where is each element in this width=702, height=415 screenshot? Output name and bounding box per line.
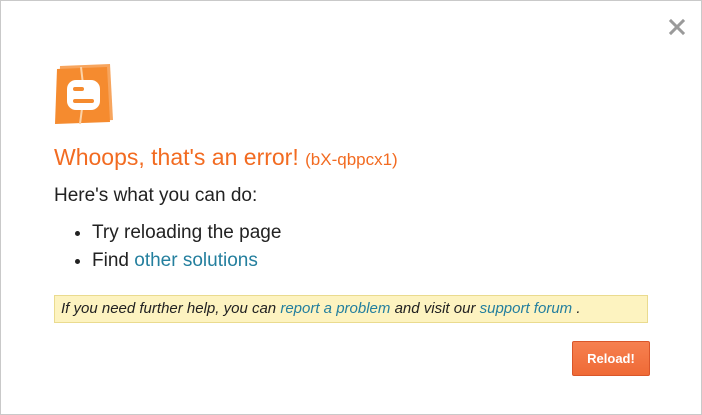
error-dialog: Whoops, that's an error! (bX-qbpcx1) Her… (0, 0, 702, 415)
option-find-prefix: Find (92, 250, 129, 271)
options-heading: Here's what you can do: (54, 185, 258, 206)
close-icon[interactable] (667, 17, 687, 37)
support-forum-link[interactable]: support forum (480, 300, 573, 317)
help-text-1: If you need further help, you can (61, 300, 277, 317)
reload-button[interactable]: Reload! (572, 341, 650, 376)
error-title-text: Whoops, that's an error! (54, 144, 299, 170)
option-reload: Try reloading the page (92, 219, 281, 247)
option-find: Find other solutions (92, 247, 281, 275)
blogger-logo-icon (54, 63, 114, 125)
help-text-3: . (576, 300, 581, 317)
report-problem-link[interactable]: report a problem (280, 300, 390, 317)
other-solutions-link[interactable]: other solutions (134, 250, 258, 271)
error-code: (bX-qbpcx1) (305, 150, 398, 169)
error-title: Whoops, that's an error! (bX-qbpcx1) (54, 144, 398, 171)
help-text-2: and visit our (394, 300, 476, 317)
help-box: If you need further help, you can report… (54, 295, 648, 323)
options-list: Try reloading the page Find other soluti… (54, 219, 281, 275)
